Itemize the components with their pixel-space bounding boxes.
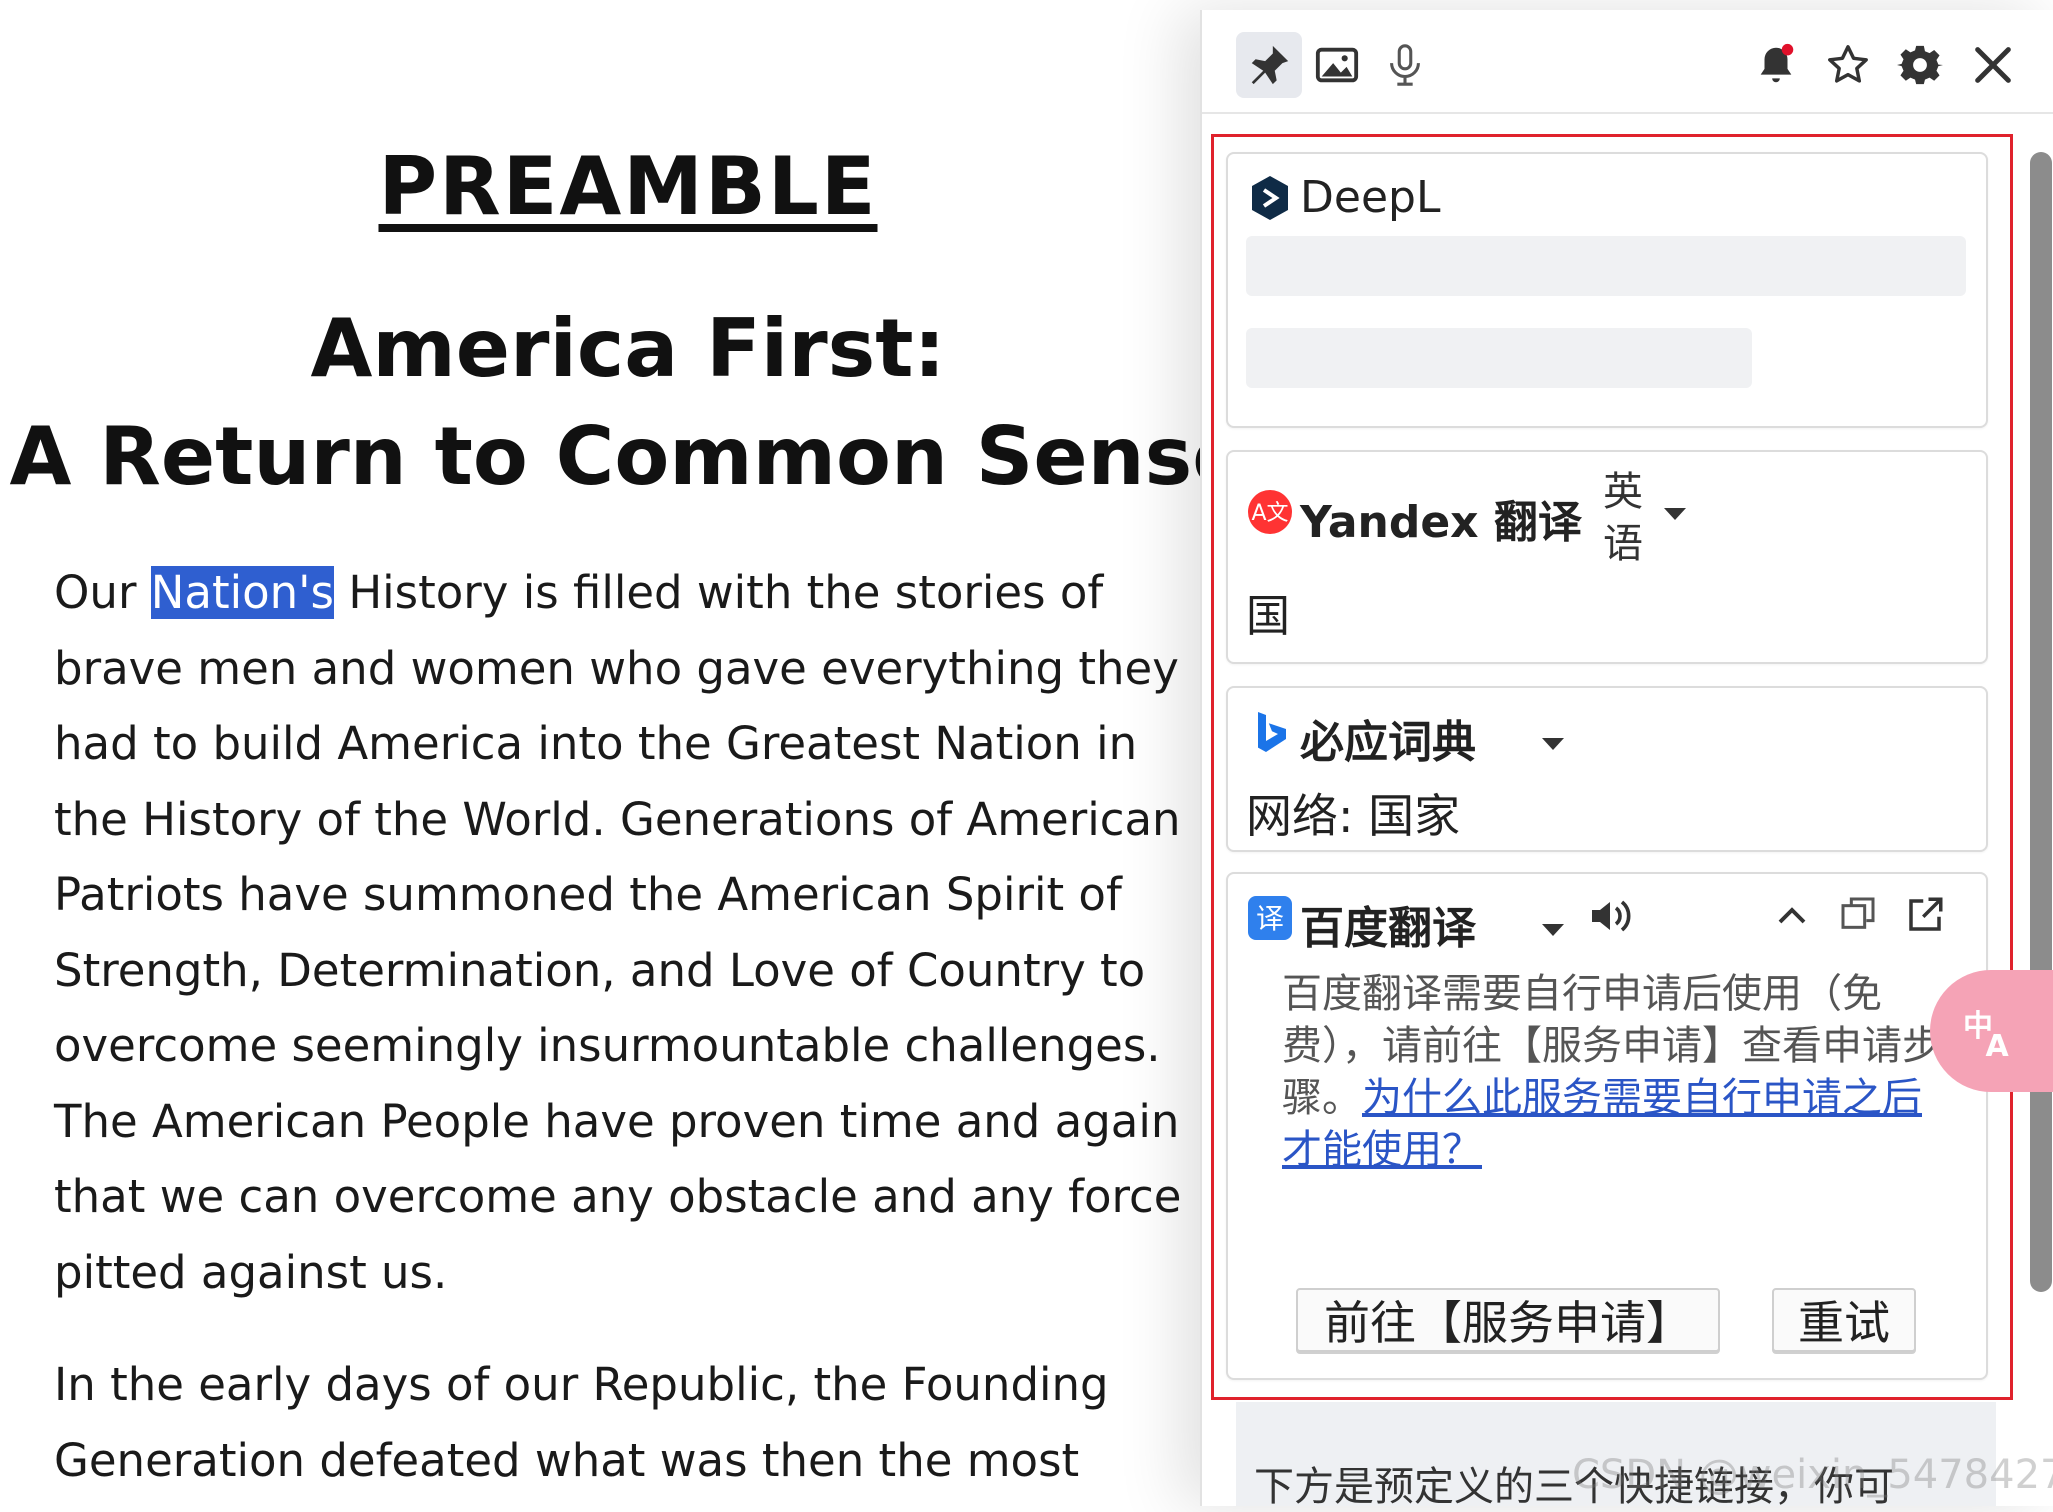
paragraph-2: In the early days of our Republic, the F… <box>54 1358 1109 1487</box>
deepl-logo-icon <box>1246 174 1294 222</box>
yandex-result: 国 <box>1246 591 1290 642</box>
floating-translate-button[interactable]: 中A <box>1930 970 2053 1092</box>
voice-input-button[interactable] <box>1372 32 1438 98</box>
para1-rest-text: History is filled with the stories of br… <box>54 566 1182 1299</box>
yandex-language-char-2: 语 <box>1603 521 1643 567</box>
panel-toolbar <box>1202 10 2053 114</box>
close-icon <box>1975 47 2011 83</box>
watermark: CSDN @weixin_54784272 <box>1572 1452 2053 1498</box>
bing-result: 网络: 国家 <box>1246 789 1461 843</box>
translate-icon: 中A <box>1963 1009 2010 1061</box>
yandex-title: Yandex 翻译 <box>1300 497 1582 548</box>
bell-icon <box>1760 43 1794 83</box>
chevron-down-icon[interactable] <box>1542 924 1564 936</box>
apply-service-button[interactable]: 前往【服务申请】 <box>1296 1288 1720 1352</box>
microphone-icon <box>1390 44 1420 86</box>
yandex-logo-icon: A文 <box>1246 488 1294 536</box>
scrollbar-thumb[interactable] <box>2030 152 2052 1292</box>
chevron-down-icon[interactable] <box>1664 508 1686 520</box>
svg-text:A: A <box>1986 1029 2010 1061</box>
star-icon <box>1828 45 1868 83</box>
close-button[interactable] <box>1960 32 2026 98</box>
baidu-logo-icon: 译 <box>1246 894 1294 942</box>
gear-icon <box>1897 45 1943 85</box>
headline-line-2: A Return to Common Sense <box>9 410 1247 503</box>
yandex-language-select[interactable]: 英 语 <box>1598 466 1648 570</box>
image-translate-button[interactable] <box>1304 32 1370 98</box>
panel-scrollbar[interactable] <box>2030 152 2052 1292</box>
bing-title: 必应词典 <box>1300 717 1476 768</box>
bing-card: 必应词典 网络: 国家 <box>1226 686 1988 852</box>
baidu-message: 百度翻译需要自行申请后使用（免费），请前往【服务申请】查看申请步骤。为什么此服务… <box>1282 968 1942 1176</box>
favorite-button[interactable] <box>1815 32 1881 98</box>
yandex-language-char-1: 英 <box>1603 469 1643 515</box>
notification-button[interactable] <box>1743 32 1809 98</box>
preamble-heading: PREAMBLE <box>378 140 878 233</box>
translation-panel: DeepL A文 Yandex 翻译 英 语 国 必应词典 网络: 国家 译 百… <box>1200 10 2053 1510</box>
open-external-icon[interactable] <box>1904 894 1946 936</box>
retry-button[interactable]: 重试 <box>1772 1288 1916 1352</box>
speaker-icon[interactable] <box>1588 896 1636 936</box>
pin-icon <box>1251 45 1289 85</box>
selected-word[interactable]: Nation's <box>150 566 335 619</box>
baidu-help-link[interactable]: 为什么此服务需要自行申请之后才能使用？ <box>1282 1075 1922 1173</box>
deepl-card: DeepL <box>1226 152 1988 428</box>
deepl-loading-line-2 <box>1246 328 1752 388</box>
headline-line-1: America First: <box>310 302 946 395</box>
bing-logo-icon <box>1246 708 1294 756</box>
deepl-title: DeepL <box>1300 172 1441 223</box>
settings-button[interactable] <box>1887 32 1953 98</box>
deepl-loading-line-1 <box>1246 236 1966 296</box>
chevron-down-icon[interactable] <box>1542 738 1564 750</box>
svg-text:A文: A文 <box>1251 501 1288 526</box>
document-page: PREAMBLE America First: A Return to Comm… <box>0 0 1247 1506</box>
para1-start-text: Our <box>54 566 151 619</box>
copy-icon[interactable] <box>1838 894 1878 934</box>
image-icon <box>1315 47 1359 83</box>
pin-button[interactable] <box>1236 32 1302 98</box>
page-headline: America First: A Return to Common Sense <box>0 295 1256 511</box>
yandex-card: A文 Yandex 翻译 英 语 国 <box>1226 450 1988 664</box>
baidu-card: 译 百度翻译 百度翻译需要自行申请后使用（免费），请前往【服务申请】查看申请步骤… <box>1226 872 1988 1380</box>
svg-text:译: 译 <box>1256 902 1284 935</box>
baidu-title: 百度翻译 <box>1300 903 1476 954</box>
paragraph-1: Our Nation's History is filled with the … <box>54 555 1214 1310</box>
chevron-up-icon[interactable] <box>1774 898 1810 934</box>
